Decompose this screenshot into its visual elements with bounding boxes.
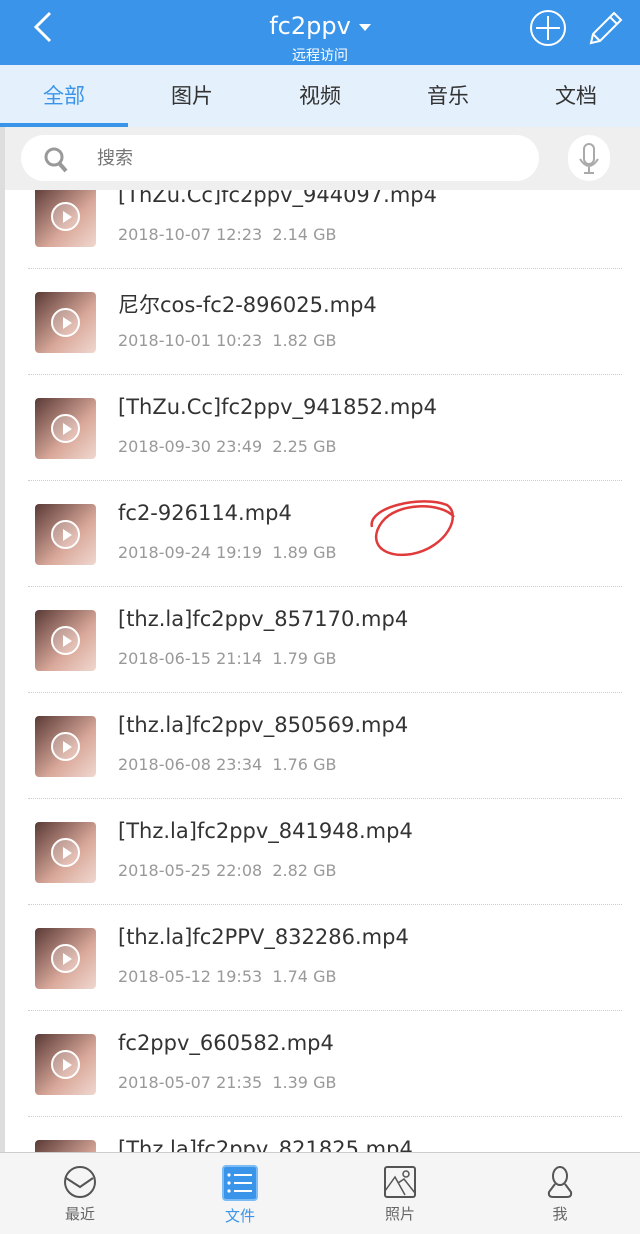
file-list-item[interactable]: [ThZu.Cc]fc2ppv_941852.mp4 2018-09-30 23… bbox=[28, 375, 622, 481]
file-date: 2018-05-12 19:53 bbox=[118, 967, 263, 986]
tab-videos[interactable]: 视频 bbox=[256, 65, 384, 127]
file-date: 2018-10-01 10:23 bbox=[118, 331, 263, 350]
file-size: 1.76 GB bbox=[272, 755, 337, 774]
play-icon bbox=[51, 732, 80, 761]
play-icon bbox=[51, 838, 80, 867]
video-thumbnail bbox=[35, 822, 96, 883]
red-circle-annotation bbox=[370, 500, 455, 557]
file-date: 2018-10-07 12:23 bbox=[118, 225, 263, 244]
play-icon bbox=[51, 520, 80, 549]
file-list-item[interactable]: fc2-926114.mp4 2018-09-24 19:19 1.89 GB bbox=[28, 481, 622, 587]
video-thumbnail bbox=[35, 1034, 96, 1095]
file-meta: 2018-09-24 19:19 1.89 GB bbox=[118, 543, 336, 562]
file-list-item[interactable]: [thz.la]fc2ppv_857170.mp4 2018-06-15 21:… bbox=[28, 587, 622, 693]
category-tabs: 全部 图片 视频 音乐 文档 bbox=[0, 65, 640, 127]
file-size: 2.14 GB bbox=[272, 225, 337, 244]
search-input[interactable] bbox=[97, 143, 497, 173]
tab-images[interactable]: 图片 bbox=[128, 65, 256, 127]
play-icon bbox=[51, 944, 80, 973]
file-list: [ThZu.Cc]fc2ppv_944097.mp4 2018-10-07 12… bbox=[5, 190, 640, 1152]
file-meta: 2018-10-07 12:23 2.14 GB bbox=[118, 225, 336, 244]
dropdown-caret-icon bbox=[358, 23, 371, 31]
video-thumbnail bbox=[35, 716, 96, 777]
video-thumbnail bbox=[35, 610, 96, 671]
video-thumbnail bbox=[35, 190, 96, 247]
file-meta: 2018-10-01 10:23 1.82 GB bbox=[118, 331, 336, 350]
search-bar bbox=[0, 127, 640, 190]
file-list-icon bbox=[222, 1165, 258, 1201]
file-meta: 2018-05-12 19:53 1.74 GB bbox=[118, 967, 336, 986]
file-name: fc2ppv_660582.mp4 bbox=[118, 1031, 334, 1055]
voice-search-button[interactable] bbox=[568, 135, 610, 181]
file-size: 1.89 GB bbox=[272, 543, 337, 562]
file-meta: 2018-05-07 21:35 1.39 GB bbox=[118, 1073, 336, 1092]
file-meta: 2018-06-08 23:34 1.76 GB bbox=[118, 755, 336, 774]
file-name: [thz.la]fc2PPV_832286.mp4 bbox=[118, 925, 409, 949]
file-list-item[interactable]: [thz.la]fc2ppv_850569.mp4 2018-06-08 23:… bbox=[28, 693, 622, 799]
file-size: 2.25 GB bbox=[272, 437, 337, 456]
file-meta: 2018-06-15 21:14 1.79 GB bbox=[118, 649, 336, 668]
file-date: 2018-09-30 23:49 bbox=[118, 437, 263, 456]
file-size: 1.82 GB bbox=[272, 331, 337, 350]
file-meta: 2018-05-25 22:08 2.82 GB bbox=[118, 861, 336, 880]
photo-icon bbox=[384, 1166, 416, 1198]
user-icon bbox=[547, 1166, 573, 1198]
file-name: [thz.la]fc2ppv_850569.mp4 bbox=[118, 713, 409, 737]
file-list-item[interactable]: [Thz.la]fc2ppv_821825.mp4 bbox=[28, 1117, 622, 1152]
tab-all[interactable]: 全部 bbox=[0, 65, 128, 127]
play-icon bbox=[51, 626, 80, 655]
edit-pencil-icon[interactable] bbox=[586, 8, 626, 48]
play-icon bbox=[51, 202, 80, 231]
file-name: [thz.la]fc2ppv_857170.mp4 bbox=[118, 607, 409, 631]
video-thumbnail bbox=[35, 504, 96, 565]
file-date: 2018-06-15 21:14 bbox=[118, 649, 263, 668]
play-icon bbox=[51, 308, 80, 337]
file-date: 2018-09-24 19:19 bbox=[118, 543, 263, 562]
file-size: 2.82 GB bbox=[272, 861, 337, 880]
microphone-icon bbox=[579, 143, 599, 174]
file-date: 2018-05-25 22:08 bbox=[118, 861, 263, 880]
search-box[interactable] bbox=[21, 135, 539, 181]
file-list-item[interactable]: [thz.la]fc2PPV_832286.mp4 2018-05-12 19:… bbox=[28, 905, 622, 1011]
file-size: 1.79 GB bbox=[272, 649, 337, 668]
file-list-container[interactable]: [ThZu.Cc]fc2ppv_944097.mp4 2018-10-07 12… bbox=[0, 190, 640, 1152]
file-size: 1.39 GB bbox=[272, 1073, 337, 1092]
file-date: 2018-06-08 23:34 bbox=[118, 755, 263, 774]
video-thumbnail bbox=[35, 292, 96, 353]
search-icon bbox=[44, 147, 68, 173]
file-list-item[interactable]: 尼尔cos-fc2-896025.mp4 2018-10-01 10:23 1.… bbox=[28, 269, 622, 375]
file-date: 2018-05-07 21:35 bbox=[118, 1073, 263, 1092]
clock-pie-icon bbox=[64, 1166, 96, 1198]
video-thumbnail bbox=[35, 928, 96, 989]
file-name: [Thz.la]fc2ppv_841948.mp4 bbox=[118, 819, 413, 843]
nav-recent[interactable]: 最近 bbox=[0, 1153, 160, 1234]
nav-photos[interactable]: 照片 bbox=[320, 1153, 480, 1234]
file-name: [Thz.la]fc2ppv_821825.mp4 bbox=[118, 1137, 413, 1152]
nav-me[interactable]: 我 bbox=[480, 1153, 640, 1234]
folder-subtitle: 远程访问 bbox=[292, 48, 348, 64]
tab-music[interactable]: 音乐 bbox=[384, 65, 512, 127]
tab-documents[interactable]: 文档 bbox=[512, 65, 640, 127]
play-icon bbox=[51, 1050, 80, 1079]
video-thumbnail bbox=[35, 398, 96, 459]
bottom-navigation: 最近 文件 照片 我 bbox=[0, 1152, 640, 1234]
app-header: fc2ppv 远程访问 bbox=[0, 0, 640, 65]
file-name: 尼尔cos-fc2-896025.mp4 bbox=[118, 293, 377, 317]
file-name: [ThZu.Cc]fc2ppv_941852.mp4 bbox=[118, 395, 437, 419]
file-size: 1.74 GB bbox=[272, 967, 337, 986]
file-list-item[interactable]: [Thz.la]fc2ppv_841948.mp4 2018-05-25 22:… bbox=[28, 799, 622, 905]
nav-files[interactable]: 文件 bbox=[160, 1153, 320, 1234]
play-icon bbox=[51, 414, 80, 443]
file-meta: 2018-09-30 23:49 2.25 GB bbox=[118, 437, 336, 456]
video-thumbnail bbox=[35, 1140, 96, 1152]
file-list-item[interactable]: [ThZu.Cc]fc2ppv_944097.mp4 2018-10-07 12… bbox=[28, 190, 622, 269]
add-icon[interactable] bbox=[528, 8, 568, 48]
file-list-item[interactable]: fc2ppv_660582.mp4 2018-05-07 21:35 1.39 … bbox=[28, 1011, 622, 1117]
file-name: fc2-926114.mp4 bbox=[118, 501, 292, 525]
file-name: [ThZu.Cc]fc2ppv_944097.mp4 bbox=[118, 190, 437, 207]
